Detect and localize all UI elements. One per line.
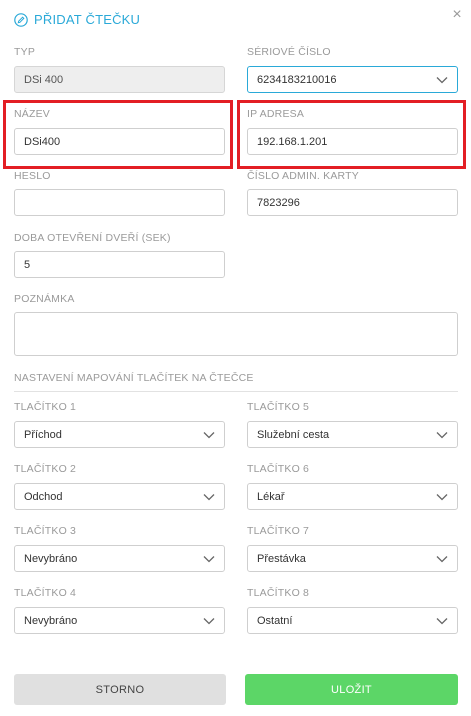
door-time-value: 5 xyxy=(24,258,31,271)
button1-value: Příchod xyxy=(24,428,62,441)
note-label: POZNÁMKA xyxy=(14,293,75,305)
door-time-label: DOBA OTEVŘENÍ DVEŘÍ (SEK) xyxy=(14,232,171,244)
chevron-down-icon xyxy=(436,76,448,83)
pencil-circle-icon xyxy=(14,12,28,27)
button6-select[interactable]: Lékař xyxy=(247,483,458,510)
typ-value: DSi 400 xyxy=(24,73,64,86)
button8-label: TLAČÍTKO 8 xyxy=(247,587,310,599)
button2-select[interactable]: Odchod xyxy=(14,483,225,510)
button5-select[interactable]: Služební cesta xyxy=(247,421,458,448)
chevron-down-icon xyxy=(203,555,215,562)
chevron-down-icon xyxy=(203,617,215,624)
door-time-input[interactable]: 5 xyxy=(14,251,225,278)
button2-label: TLAČÍTKO 2 xyxy=(14,463,77,475)
section-divider xyxy=(14,391,458,392)
button3-value: Nevybráno xyxy=(24,552,78,565)
button4-value: Nevybráno xyxy=(24,614,78,627)
button8-select[interactable]: Ostatní xyxy=(247,607,458,634)
button4-select[interactable]: Nevybráno xyxy=(14,607,225,634)
button7-label: TLAČÍTKO 7 xyxy=(247,525,310,537)
chevron-down-icon xyxy=(436,431,448,438)
button3-select[interactable]: Nevybráno xyxy=(14,545,225,572)
button7-value: Přestávka xyxy=(257,552,306,565)
name-input[interactable]: DSi400 xyxy=(14,128,225,155)
button1-label: TLAČÍTKO 1 xyxy=(14,401,77,413)
chevron-down-icon xyxy=(436,493,448,500)
button5-value: Služební cesta xyxy=(257,428,330,441)
password-label: HESLO xyxy=(14,170,51,182)
mapping-section-title: NASTAVENÍ MAPOVÁNÍ TLAČÍTEK NA ČTEČCE xyxy=(14,372,254,384)
chevron-down-icon xyxy=(203,431,215,438)
dialog-title: PŘIDAT ČTEČKU xyxy=(14,12,140,27)
note-textarea[interactable] xyxy=(14,312,458,356)
chevron-down-icon xyxy=(436,555,448,562)
button6-value: Lékař xyxy=(257,490,285,503)
serial-value: 6234183210016 xyxy=(257,73,337,86)
button3-label: TLAČÍTKO 3 xyxy=(14,525,77,537)
button8-value: Ostatní xyxy=(257,614,293,627)
name-value: DSi400 xyxy=(24,135,61,148)
dialog-title-text: PŘIDAT ČTEČKU xyxy=(34,12,141,27)
admin-card-input[interactable]: 7823296 xyxy=(247,189,458,216)
ip-address-input[interactable]: 192.168.1.201 xyxy=(247,128,458,155)
password-input[interactable] xyxy=(14,189,225,216)
serial-label: SÉRIOVÉ ČÍSLO xyxy=(247,46,331,58)
ip-value: 192.168.1.201 xyxy=(257,135,328,148)
ip-label: IP ADRESA xyxy=(247,108,305,120)
button7-select[interactable]: Přestávka xyxy=(247,545,458,572)
button5-label: TLAČÍTKO 5 xyxy=(247,401,310,413)
button6-label: TLAČÍTKO 6 xyxy=(247,463,310,475)
chevron-down-icon xyxy=(436,617,448,624)
typ-label: TYP xyxy=(14,46,36,58)
admin-card-label: ČÍSLO ADMIN. KARTY xyxy=(247,170,359,182)
close-icon[interactable]: × xyxy=(450,7,464,23)
cancel-button[interactable]: STORNO xyxy=(14,674,226,705)
serial-select[interactable]: 6234183210016 xyxy=(247,66,458,93)
save-button[interactable]: ULOŽIT xyxy=(245,674,458,705)
button4-label: TLAČÍTKO 4 xyxy=(14,587,77,599)
name-label: NÁZEV xyxy=(14,108,51,120)
chevron-down-icon xyxy=(203,493,215,500)
admin-card-value: 7823296 xyxy=(257,196,300,209)
typ-field: DSi 400 xyxy=(14,66,225,93)
button2-value: Odchod xyxy=(24,490,63,503)
button1-select[interactable]: Příchod xyxy=(14,421,225,448)
